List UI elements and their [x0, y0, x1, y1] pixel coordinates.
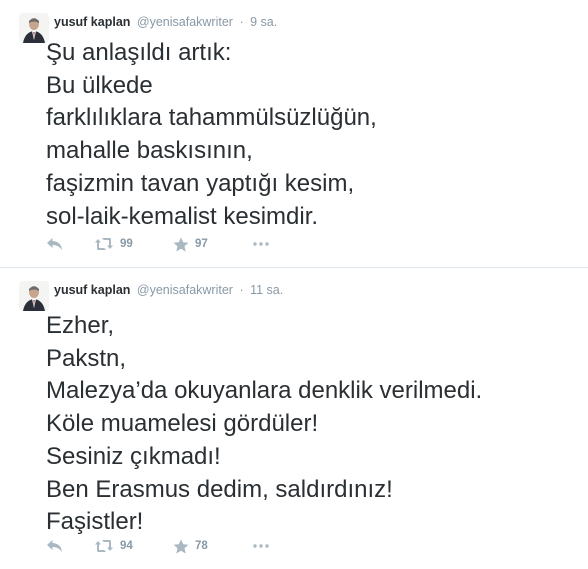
- reply-icon: [47, 238, 62, 250]
- tweet-text-line: Pakstn,: [46, 344, 127, 372]
- avatar-image: [19, 13, 49, 43]
- author-name[interactable]: yusuf kaplan: [54, 15, 130, 29]
- reply-button[interactable]: [46, 234, 63, 254]
- tweet-text-line: mahalle baskısının,: [46, 137, 253, 165]
- more-button[interactable]: [253, 536, 269, 556]
- more-button[interactable]: [253, 234, 269, 254]
- tweet-text: Ezher, Pakstn, Malezya’da okuyanlara den…: [46, 310, 482, 539]
- avatar[interactable]: [19, 13, 49, 43]
- tweet-text-line: Bu ülkede: [46, 71, 153, 99]
- tweet-text: Şu anlaşıldı artık: Bu ülkede farklılıkl…: [46, 37, 377, 233]
- tweet-text-line: Malezya’da okuyanlara denklik verilmedi.: [46, 377, 483, 405]
- tweet-text-line: sol-laik-kemalist kesimdir.: [46, 202, 319, 230]
- reply-icon: [47, 540, 62, 552]
- favorite-count: 78: [195, 540, 208, 552]
- favorite-button[interactable]: 78: [173, 536, 208, 556]
- retweet-count: 94: [120, 540, 133, 552]
- author-handle[interactable]: @yenisafakwriter: [137, 15, 233, 29]
- tweet-text-line: Köle muamelesi gördüler!: [46, 410, 319, 438]
- retweet-button[interactable]: 94: [94, 536, 133, 556]
- tweet[interactable]: yusuf kaplan @yenisafakwriter · 9 sa. Şu…: [0, 0, 588, 267]
- tweet[interactable]: yusuf kaplan @yenisafakwriter · 11 sa. E…: [0, 268, 588, 569]
- retweet-count: 99: [120, 238, 133, 250]
- avatar-image: [19, 281, 49, 311]
- author-name[interactable]: yusuf kaplan: [54, 283, 130, 297]
- retweet-icon: [95, 540, 113, 552]
- tweet-timeline: yusuf kaplan @yenisafakwriter · 9 sa. Şu…: [0, 0, 588, 569]
- more-dots-icon: [253, 544, 269, 548]
- tweet-text-line: Sesiniz çıkmadı!: [46, 442, 221, 470]
- author-handle[interactable]: @yenisafakwriter: [137, 283, 233, 297]
- retweet-icon: [95, 238, 113, 250]
- tweet-header: yusuf kaplan @yenisafakwriter · 11 sa.: [54, 282, 283, 298]
- favorite-count: 97: [195, 238, 208, 250]
- avatar[interactable]: [19, 281, 49, 311]
- tweet-text-line: farklılıklara tahammülsüzlüğün,: [46, 104, 377, 132]
- tweet-timestamp[interactable]: 9 sa.: [250, 15, 277, 29]
- separator-dot: ·: [239, 283, 244, 297]
- reply-button[interactable]: [46, 536, 63, 556]
- tweet-text-line: Faşistler!: [46, 508, 144, 536]
- separator-dot: ·: [239, 15, 244, 29]
- star-icon: [173, 237, 189, 251]
- tweet-text-line: Şu anlaşıldı artık:: [46, 39, 232, 66]
- favorite-button[interactable]: 97: [173, 234, 208, 254]
- tweet-text-line: Ezher,: [46, 312, 115, 339]
- tweet-timestamp[interactable]: 11 sa.: [250, 283, 283, 297]
- tweet-text-line: Ben Erasmus dedim, saldırdınız!: [46, 475, 393, 503]
- tweet-header: yusuf kaplan @yenisafakwriter · 9 sa.: [54, 14, 277, 30]
- more-dots-icon: [253, 242, 269, 246]
- retweet-button[interactable]: 99: [94, 234, 133, 254]
- star-icon: [173, 539, 189, 553]
- tweet-text-line: faşizmin tavan yaptığı kesim,: [46, 169, 355, 197]
